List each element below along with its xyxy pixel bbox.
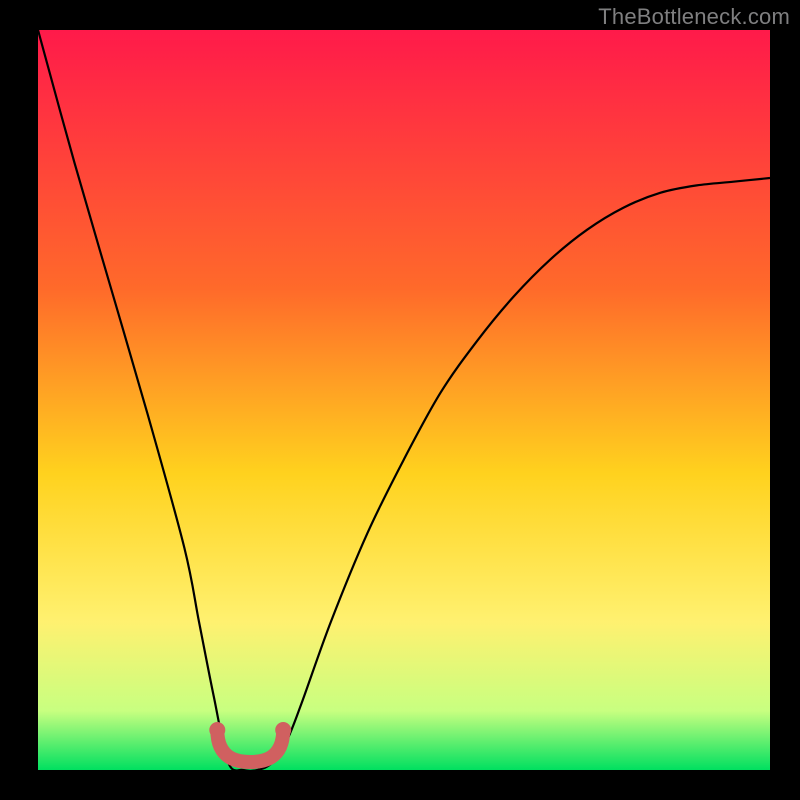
bottleneck-plot xyxy=(38,30,770,770)
watermark-text: TheBottleneck.com xyxy=(598,4,790,30)
notch-dot-right xyxy=(275,722,291,738)
chart-frame: TheBottleneck.com xyxy=(0,0,800,800)
plot-svg xyxy=(38,30,770,770)
notch-dot-left xyxy=(209,722,225,738)
plot-background xyxy=(38,30,770,770)
